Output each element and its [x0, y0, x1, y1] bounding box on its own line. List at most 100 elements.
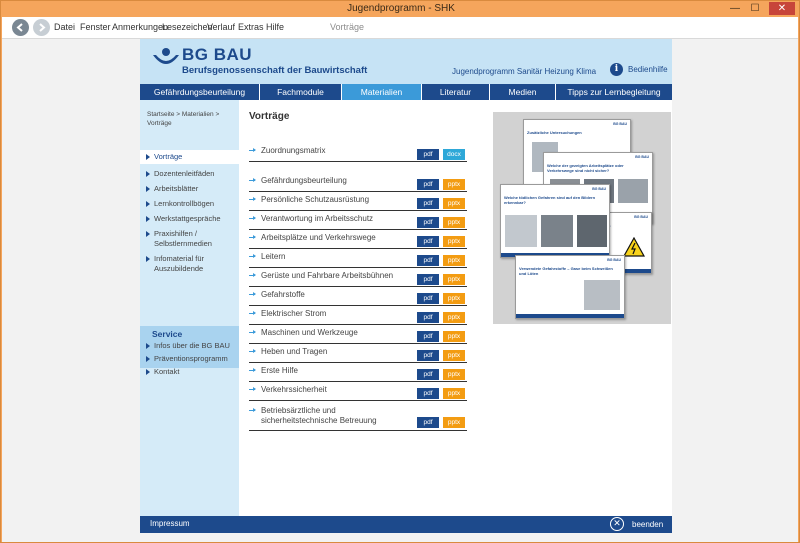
maximize-button[interactable]: ☐ [747, 2, 763, 15]
arrow-right-icon [146, 171, 150, 177]
menu-fenster[interactable]: Fenster [80, 22, 111, 32]
pptx-download-button[interactable]: pptx [443, 369, 465, 380]
document-title[interactable]: Gerüste und Fahrbare Arbeitsbühnen [249, 271, 409, 281]
document-title[interactable]: Erste Hilfe [249, 366, 409, 376]
pptx-download-button[interactable]: pptx [443, 417, 465, 428]
pptx-download-button[interactable]: pptx [443, 331, 465, 342]
document-title[interactable]: Gefahrstoffe [249, 290, 409, 300]
document-title[interactable]: Elektrischer Strom [249, 309, 409, 319]
menu-verlauf[interactable]: Verlauf [207, 22, 235, 32]
sidebar-item-infomaterial[interactable]: Infomaterial für Auszubildende [140, 254, 239, 274]
pdf-download-button[interactable]: pdf [417, 149, 439, 160]
logo-text: BG BAU [182, 45, 253, 64]
document-title[interactable]: Heben und Tragen [249, 347, 409, 357]
document-title[interactable]: Verantwortung im Arbeitsschutz [249, 214, 409, 224]
tab-literatur[interactable]: Literatur [422, 84, 490, 100]
document-row: Verkehrssicherheit pdf pptx [249, 384, 467, 401]
pptx-download-button[interactable]: pptx [443, 274, 465, 285]
menu-hilfe[interactable]: Hilfe [266, 22, 284, 32]
pptx-download-button[interactable]: pptx [443, 198, 465, 209]
service-item-kontakt[interactable]: Kontakt [140, 367, 239, 377]
sidebar-item-label: Infomaterial für Auszubildende [154, 254, 205, 273]
window-title: Jugendprogramm - SHK [347, 3, 455, 14]
pdf-download-button[interactable]: pdf [417, 274, 439, 285]
document-title[interactable]: Maschinen und Werkzeuge [249, 328, 409, 338]
sidebar-item-label: Arbeitsblätter [154, 184, 199, 193]
sidebar-item-lernkontrollboegen[interactable]: Lernkontrollbögen [140, 199, 239, 209]
arrow-right-icon [249, 330, 256, 334]
document-title[interactable]: Zuordnungsmatrix [249, 146, 409, 156]
sidebar-item-vortraege[interactable]: Vorträge [140, 150, 239, 164]
slides-preview: BG BAU Zusätzliche Untersuchungen BG BAU… [493, 112, 671, 324]
tab-gefaehrdungsbeurteilung[interactable]: Gefährdungsbeurteilung [140, 84, 260, 100]
slide-logo: BG BAU [634, 215, 648, 219]
bg-bau-logo[interactable] [152, 47, 180, 74]
pdf-download-button[interactable]: pdf [417, 388, 439, 399]
pptx-download-button[interactable]: pptx [443, 293, 465, 304]
pptx-download-button[interactable]: pptx [443, 236, 465, 247]
sidebar-item-dozentenleitfaeden[interactable]: Dozentenleitfäden [140, 169, 239, 179]
sidebar-item-label: Vorträge [154, 152, 183, 161]
pdf-download-button[interactable]: pdf [417, 312, 439, 323]
impressum-link[interactable]: Impressum [150, 519, 190, 528]
document-row: Verantwortung im Arbeitsschutz pdf pptx [249, 213, 467, 230]
pdf-download-button[interactable]: pdf [417, 255, 439, 266]
arrow-right-icon [146, 356, 150, 362]
help-label: Bedienhilfe [628, 65, 668, 74]
pdf-download-button[interactable]: pdf [417, 369, 439, 380]
menu-lesezeichen[interactable]: Lesezeichen [162, 22, 213, 32]
pptx-download-button[interactable]: pptx [443, 350, 465, 361]
document-row: Maschinen und Werkzeuge pdf pptx [249, 327, 467, 344]
service-item-infos[interactable]: Infos über die BG BAU [140, 341, 239, 351]
document-title[interactable]: Persönliche Schutzausrüstung [249, 195, 409, 205]
tab-tipps[interactable]: Tipps zur Lernbegleitung [556, 84, 672, 100]
document-title[interactable]: Betriebsärztliche und sicherheitstechnis… [249, 406, 409, 426]
minimize-button[interactable]: — [727, 2, 743, 15]
docx-download-button[interactable]: docx [443, 149, 465, 160]
arrow-right-icon [249, 387, 256, 391]
pptx-download-button[interactable]: pptx [443, 255, 465, 266]
back-button[interactable] [12, 19, 29, 36]
slide-image [541, 215, 573, 247]
pptx-download-button[interactable]: pptx [443, 312, 465, 323]
pdf-download-button[interactable]: pdf [417, 236, 439, 247]
sidebar-item-praxishilfen[interactable]: Praxishilfen / Selbstlernmedien [140, 229, 239, 249]
document-label: Gefährdungsbeurteilung [261, 176, 347, 185]
menu-anmerkungen[interactable]: Anmerkungen [112, 22, 168, 32]
close-button[interactable]: ✕ [769, 2, 795, 15]
menu-datei[interactable]: Datei [54, 22, 75, 32]
pptx-download-button[interactable]: pptx [443, 217, 465, 228]
pdf-download-button[interactable]: pdf [417, 198, 439, 209]
document-title[interactable]: Arbeitsplätze und Verkehrswege [249, 233, 409, 243]
pdf-download-button[interactable]: pdf [417, 331, 439, 342]
tab-fachmodule[interactable]: Fachmodule [260, 84, 342, 100]
forward-button[interactable] [33, 19, 50, 36]
slide-title: Zusätzliche Untersuchungen [527, 130, 582, 135]
sidebar-item-werkstattgespraeche[interactable]: Werkstattgespräche [140, 214, 239, 224]
document-title[interactable]: Gefährdungsbeurteilung [249, 176, 409, 186]
slide-title: Verwendete Gefahrstoffe – Gase beim Schw… [519, 266, 613, 276]
sidebar-item-arbeitsblaetter[interactable]: Arbeitsblätter [140, 184, 239, 194]
pdf-download-button[interactable]: pdf [417, 217, 439, 228]
slide-title: Welche der gezeigten Arbeitsplätze oder … [547, 163, 624, 173]
document-row: Leitern pdf pptx [249, 251, 467, 268]
document-title[interactable]: Verkehrssicherheit [249, 385, 409, 395]
tab-medien[interactable]: Medien [490, 84, 556, 100]
menu-extras[interactable]: Extras [238, 22, 264, 32]
arrow-right-icon [249, 408, 256, 412]
tab-materialien[interactable]: Materialien [342, 84, 422, 100]
arrow-right-icon [249, 197, 256, 201]
document-label: Persönliche Schutzausrüstung [261, 195, 370, 204]
pdf-download-button[interactable]: pdf [417, 417, 439, 428]
pptx-download-button[interactable]: pptx [443, 179, 465, 190]
pdf-download-button[interactable]: pdf [417, 179, 439, 190]
document-row: Persönliche Schutzausrüstung pdf pptx [249, 194, 467, 211]
document-row: Betriebsärztliche und sicherheitstechnis… [249, 405, 467, 431]
document-title[interactable]: Leitern [249, 252, 409, 262]
arrow-right-icon [249, 311, 256, 315]
service-item-praeventionsprogramm[interactable]: Präventionsprogramm [140, 354, 239, 364]
pdf-download-button[interactable]: pdf [417, 350, 439, 361]
close-circle-icon: ✕ [610, 517, 624, 531]
pdf-download-button[interactable]: pdf [417, 293, 439, 304]
pptx-download-button[interactable]: pptx [443, 388, 465, 399]
